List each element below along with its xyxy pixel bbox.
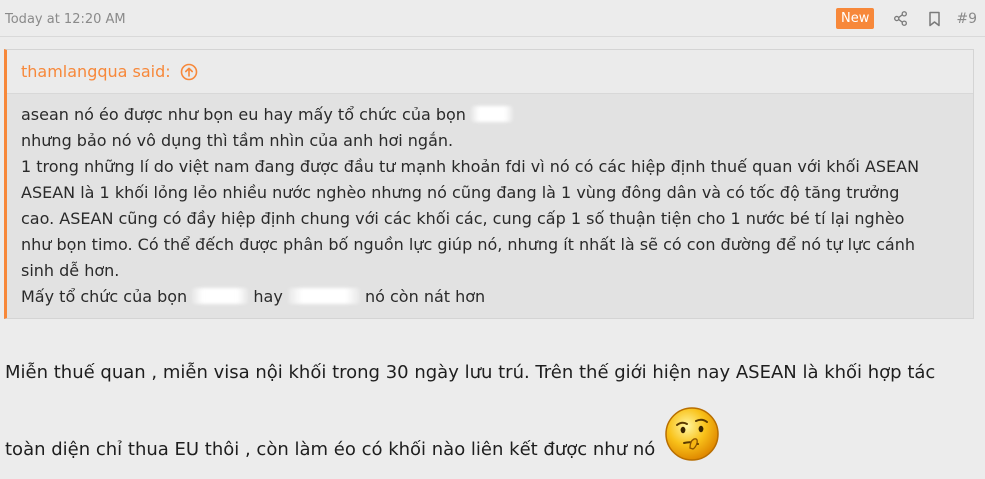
arrow-up-circle-icon[interactable]: [180, 63, 198, 81]
post-timestamp[interactable]: Today at 12:20 AM: [5, 12, 126, 27]
redacted-text: [287, 288, 360, 304]
redacted-text: [471, 106, 514, 122]
new-badge: New: [836, 8, 875, 29]
bookmark-icon[interactable]: [926, 10, 942, 28]
post-actions: New #9: [836, 8, 977, 29]
thinking-smiley-icon: [663, 405, 721, 463]
quote-block: thamlangqua said: asean nó éo được như b…: [4, 49, 974, 319]
quote-body: asean nó éo được như bọn eu hay mấy tổ c…: [7, 94, 973, 310]
quote-line-text: nó còn nát hơn: [364, 287, 486, 306]
quote-line-text: hay: [253, 287, 283, 306]
quote-line: 1 trong những lí do việt nam đang được đ…: [21, 157, 920, 176]
quote-line: nhưng bảo nó vô dụng thì tầm nhìn của an…: [21, 131, 454, 150]
quote-line-text: asean nó éo được như bọn eu hay mấy tổ c…: [21, 105, 466, 124]
reply-content: Miễn thuế quan , miễn visa nội khối tron…: [5, 360, 980, 479]
quote-header: thamlangqua said:: [7, 50, 973, 94]
quote-line: Mấy tổ chức của bọn hay nó còn nát hơn: [21, 284, 973, 310]
reply-line: toàn diện chỉ thua EU thôi , còn làm éo …: [5, 407, 980, 479]
share-icon[interactable]: [892, 10, 908, 28]
quote-line-text: Mấy tổ chức của bọn: [21, 287, 188, 306]
redacted-text: [192, 288, 249, 304]
reply-line: Miễn thuế quan , miễn visa nội khối tron…: [5, 362, 936, 383]
reply-line-text: toàn diện chỉ thua EU thôi , còn làm éo …: [5, 439, 656, 460]
post-number[interactable]: #9: [956, 11, 977, 27]
post-header: Today at 12:20 AM New #9: [0, 0, 985, 37]
quote-line: asean nó éo được như bọn eu hay mấy tổ c…: [21, 102, 973, 128]
quote-line: ASEAN là 1 khối lỏng lẻo nhiều nước nghè…: [21, 183, 900, 202]
quote-line: sinh dễ hơn.: [21, 261, 120, 280]
quote-author[interactable]: thamlangqua said:: [21, 62, 171, 81]
quote-line: như bọn timo. Có thể đếch được phân bố n…: [21, 235, 915, 254]
quote-line: cao. ASEAN cũng có đầy hiệp định chung v…: [21, 209, 905, 228]
